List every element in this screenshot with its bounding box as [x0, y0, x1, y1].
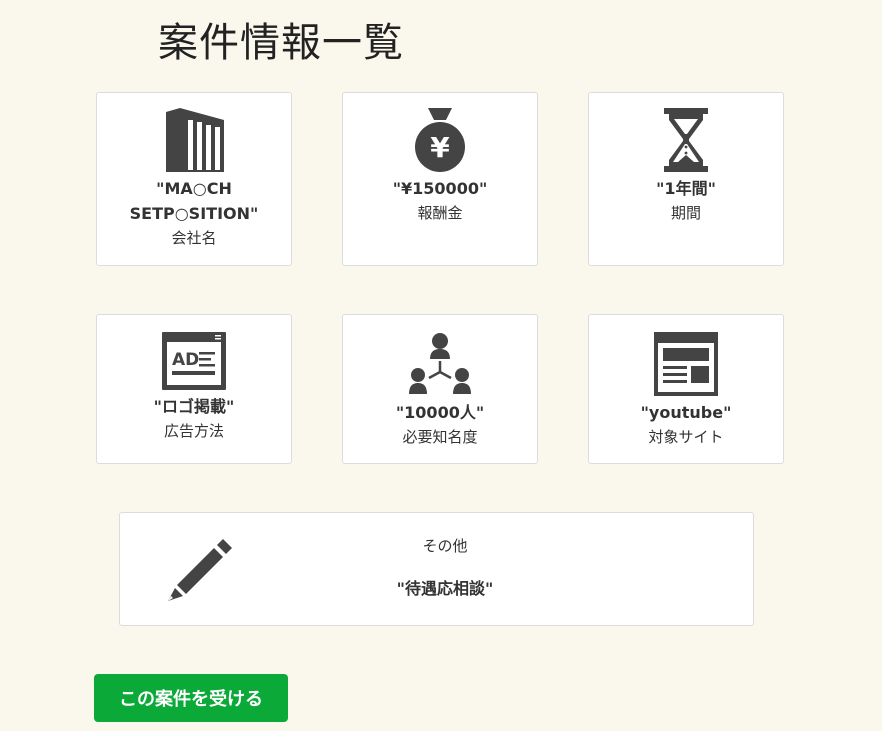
page-title: 案件情報一覧: [158, 20, 404, 66]
card-ad-method: AD "ロゴ掲載" 広告方法: [96, 314, 292, 464]
building-icon: [166, 108, 224, 172]
card-label: 期間: [670, 204, 701, 222]
card-label: 広告方法: [163, 422, 224, 440]
card-period: "1年間" 期間: [588, 92, 784, 266]
card-label: 会社名: [171, 229, 217, 247]
card-label: 報酬金: [417, 204, 463, 222]
people-network-icon: [409, 333, 471, 394]
hourglass-icon: [664, 108, 708, 172]
svg-text:AD: AD: [172, 350, 199, 370]
card-target-site: "youtube" 対象サイト: [588, 314, 784, 464]
svg-text:¥: ¥: [430, 131, 450, 164]
ad-icon: AD: [162, 332, 226, 390]
card-value: "1年間": [656, 179, 716, 198]
card-other: その他 "待遇応相談": [119, 512, 754, 626]
card-value: "youtube": [640, 403, 732, 422]
card-label: 必要知名度: [402, 428, 478, 446]
money-bag-icon: ¥: [415, 108, 465, 172]
card-value: "ロゴ掲載": [153, 397, 235, 416]
accept-job-button[interactable]: この案件を受ける: [94, 674, 288, 722]
other-value: "待遇応相談": [396, 579, 494, 598]
card-popularity: "10000人" 必要知名度: [342, 314, 538, 464]
card-company: "MA○CH SETP○SITION" 会社名: [96, 92, 292, 266]
card-value: "¥150000": [392, 179, 488, 198]
card-value: "10000人": [395, 403, 485, 422]
website-icon: [654, 332, 718, 396]
other-label: その他: [422, 537, 468, 555]
card-reward: ¥ "¥150000" 報酬金: [342, 92, 538, 266]
card-label: 対象サイト: [648, 428, 724, 446]
card-value: "MA○CH SETP○SITION": [129, 179, 259, 223]
